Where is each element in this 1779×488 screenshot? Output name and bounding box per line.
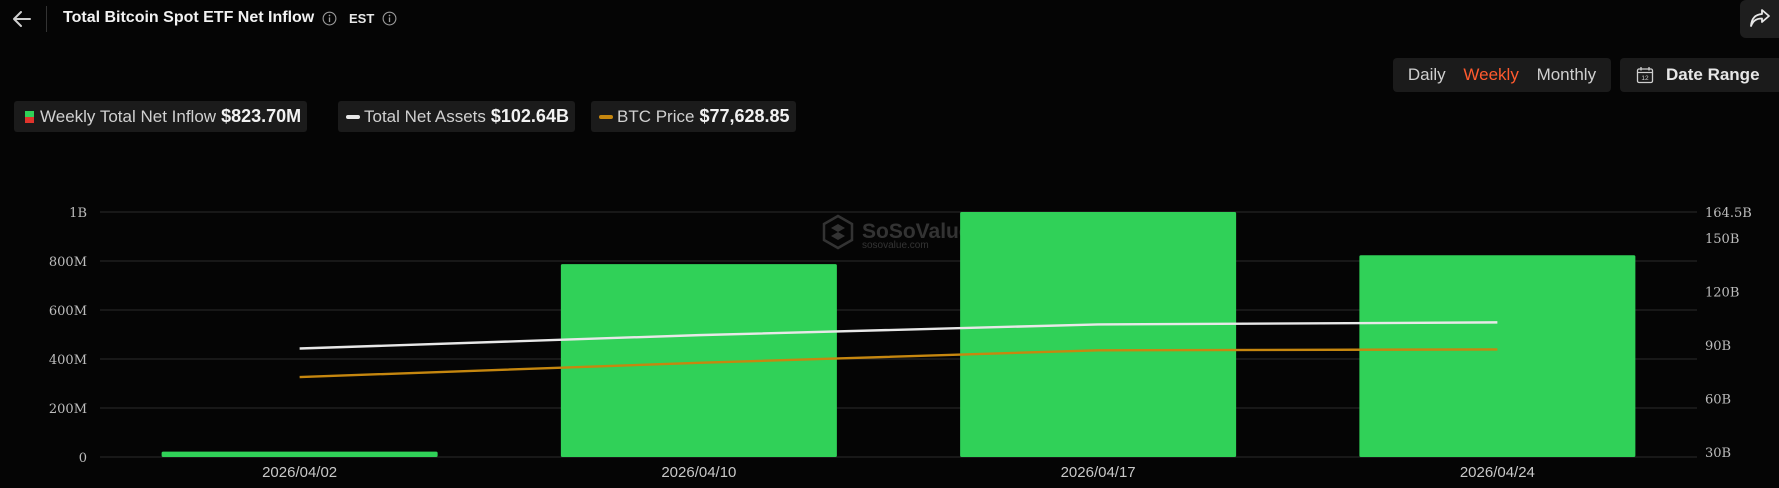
inflow-bar (960, 212, 1237, 457)
btc-price-line (299, 348, 1498, 379)
sosovalue-logo-icon (822, 214, 854, 250)
x-axis-tick-label: 2026/04/17 (1061, 464, 1136, 481)
watermark-domain: sosovalue.com (862, 240, 929, 251)
left-axis-tick-label: 1B (69, 206, 87, 221)
sosovalue-watermark: SoSoValue sosovalue.com (822, 214, 971, 251)
left-axis-tick-label: 200M (49, 402, 87, 417)
x-axis-tick-label: 2026/04/10 (661, 464, 736, 481)
inflow-bar (1359, 255, 1636, 457)
inflow-bar (161, 451, 438, 457)
left-axis-tick-label: 400M (49, 353, 87, 368)
x-axis-tick-label: 2026/04/02 (262, 464, 337, 481)
left-axis-tick-label: 800M (49, 255, 87, 270)
net-inflow-chart: SoSoValue sosovalue.com 0 200M 400M 600M 800… (49, 206, 1752, 481)
right-axis-tick-label: 90B (1705, 339, 1731, 354)
left-axis-tick-label: 600M (49, 304, 87, 319)
left-axis-tick-label: 0 (79, 451, 87, 466)
right-axis-tick-label: 150B (1705, 232, 1739, 247)
right-axis-tick-label: 60B (1705, 392, 1731, 407)
right-axis-tick-label: 164.5B (1705, 206, 1752, 221)
x-axis-tick-label: 2026/04/24 (1460, 464, 1535, 481)
net-assets-line (299, 321, 1498, 350)
right-axis-tick-label: 120B (1705, 285, 1739, 300)
right-axis-tick-label: 30B (1705, 446, 1731, 461)
